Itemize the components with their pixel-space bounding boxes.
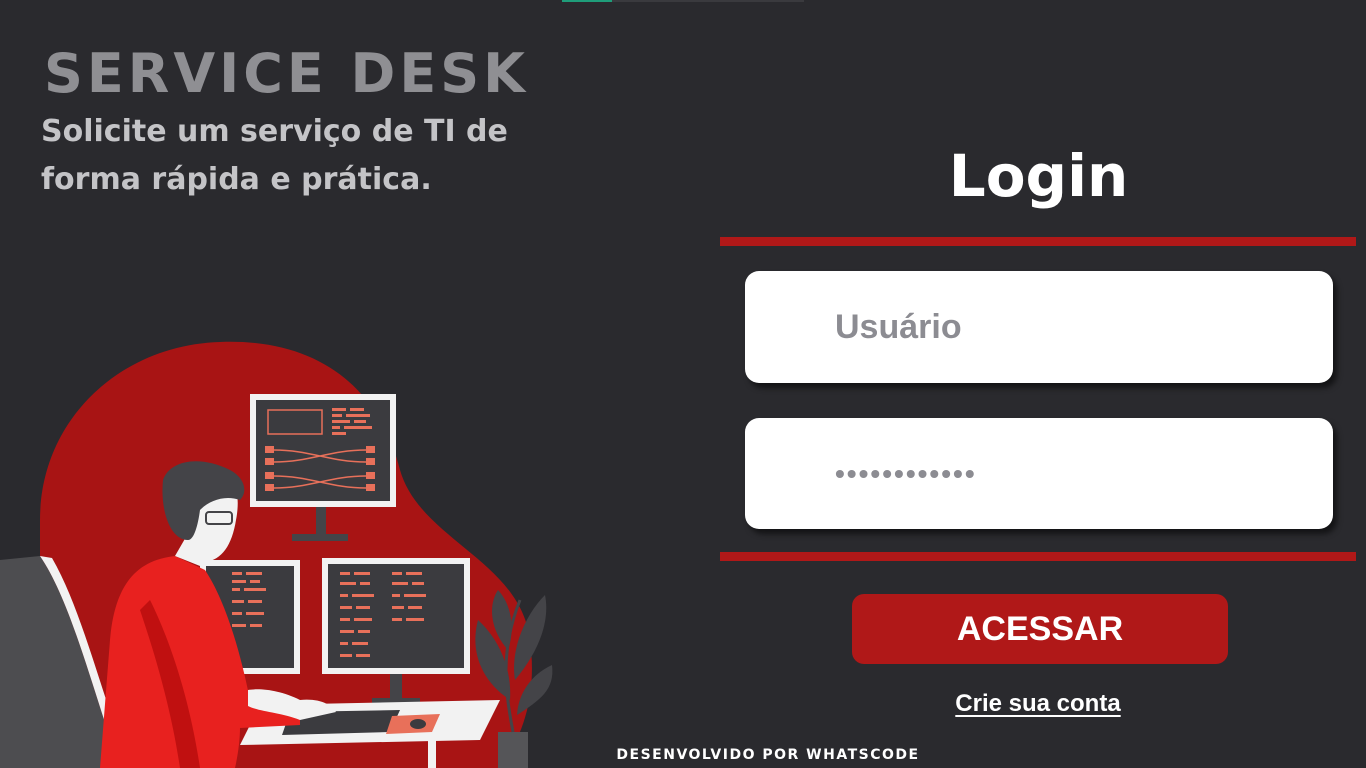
brand-subtitle: Solicite um serviço de TI de forma rápid… bbox=[41, 114, 508, 197]
developer-illustration bbox=[0, 341, 553, 768]
username-input[interactable] bbox=[833, 306, 1333, 348]
password-field[interactable] bbox=[745, 418, 1333, 529]
brand-title: SERVICE DESK bbox=[44, 42, 530, 105]
login-page: SERVICE DESK Solicite um serviço de TI d… bbox=[0, 0, 1366, 768]
username-field[interactable] bbox=[745, 271, 1333, 383]
top-strip-accent bbox=[562, 0, 612, 2]
divider-bottom bbox=[720, 552, 1356, 561]
login-title: Login bbox=[948, 142, 1129, 210]
divider-top bbox=[720, 237, 1356, 246]
top-progress-strip bbox=[562, 0, 804, 2]
create-account-link[interactable]: Crie sua conta bbox=[860, 690, 1216, 718]
password-input[interactable] bbox=[833, 456, 1333, 491]
footer-credits: DESENVOLVIDO POR WHATSCODE bbox=[616, 747, 920, 763]
access-button[interactable]: ACESSAR bbox=[852, 594, 1228, 664]
